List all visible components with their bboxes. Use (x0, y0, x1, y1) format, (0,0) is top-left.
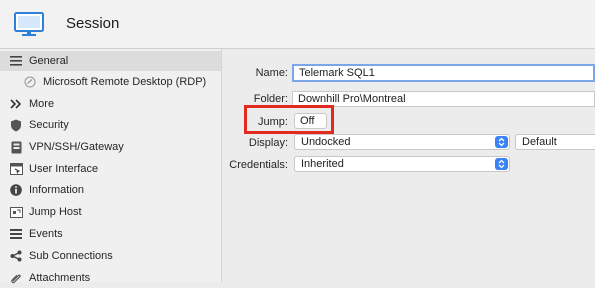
folder-field[interactable]: Downhill Pro\Montreal (292, 91, 595, 107)
sidebar-item-general[interactable]: General (0, 51, 221, 71)
sidebar-item-label: VPN/SSH/Gateway (29, 141, 124, 153)
sidebar-item-label: General (29, 55, 69, 67)
info-icon (9, 183, 23, 197)
page-title: Session (66, 15, 120, 32)
credentials-label: Credentials: (229, 159, 288, 171)
sidebar-item-label: Attachments (29, 272, 91, 284)
stepper-icon (495, 136, 508, 148)
share-icon (9, 249, 23, 263)
stepper-icon (495, 158, 508, 170)
name-label: Name: (255, 67, 288, 79)
chevron-double-right-icon (9, 97, 23, 111)
jump-host-icon (9, 205, 23, 219)
display-secondary-select[interactable]: Default (515, 134, 595, 150)
sidebar-item-vpn[interactable]: VPN/SSH/Gateway (0, 137, 221, 157)
shield-icon (9, 118, 23, 132)
display-value: Undocked (301, 136, 351, 148)
sidebar-item-label: More (29, 98, 55, 110)
paperclip-icon (9, 271, 23, 285)
sidebar: General Microsoft Remote Desktop (RDP) M… (0, 49, 222, 284)
sidebar-item-user-interface[interactable]: User Interface (0, 159, 221, 179)
sidebar-item-more[interactable]: More (0, 94, 221, 114)
sidebar-item-rdp[interactable]: Microsoft Remote Desktop (RDP) (0, 72, 221, 92)
sidebar-item-label: Sub Connections (29, 250, 113, 262)
sidebar-item-label: Events (29, 228, 63, 240)
name-field[interactable]: Telemark SQL1 (292, 64, 595, 82)
sidebar-item-label: Information (29, 184, 85, 196)
sidebar-item-label: User Interface (29, 163, 99, 175)
vpn-icon (9, 140, 23, 154)
window-icon (9, 162, 23, 176)
sidebar-item-label: Security (29, 119, 69, 131)
sidebar-item-sub-connections[interactable]: Sub Connections (0, 246, 221, 266)
sidebar-item-information[interactable]: Information (0, 180, 221, 200)
sidebar-item-label: Microsoft Remote Desktop (RDP) (43, 76, 207, 88)
rdp-icon (23, 75, 37, 89)
sidebar-item-security[interactable]: Security (0, 115, 221, 135)
display-secondary-value: Default (522, 136, 557, 148)
header-bar: Session (0, 0, 595, 49)
credentials-value: Inherited (301, 158, 344, 170)
highlight-box (244, 105, 334, 134)
sidebar-item-label: Jump Host (29, 206, 82, 218)
sidebar-item-attachments[interactable]: Attachments (0, 268, 221, 288)
sidebar-item-events[interactable]: Events (0, 224, 221, 244)
folder-label: Folder: (253, 93, 288, 105)
display-select[interactable]: Undocked (294, 134, 510, 150)
monitor-icon (14, 12, 44, 36)
credentials-select[interactable]: Inherited (294, 156, 510, 172)
sidebar-item-jump-host[interactable]: Jump Host (0, 202, 221, 222)
form-panel: Name: Telemark SQL1 Folder: Downhill Pro… (222, 49, 595, 282)
events-icon (9, 227, 23, 241)
display-label: Display: (248, 137, 288, 149)
list-icon (9, 54, 23, 68)
